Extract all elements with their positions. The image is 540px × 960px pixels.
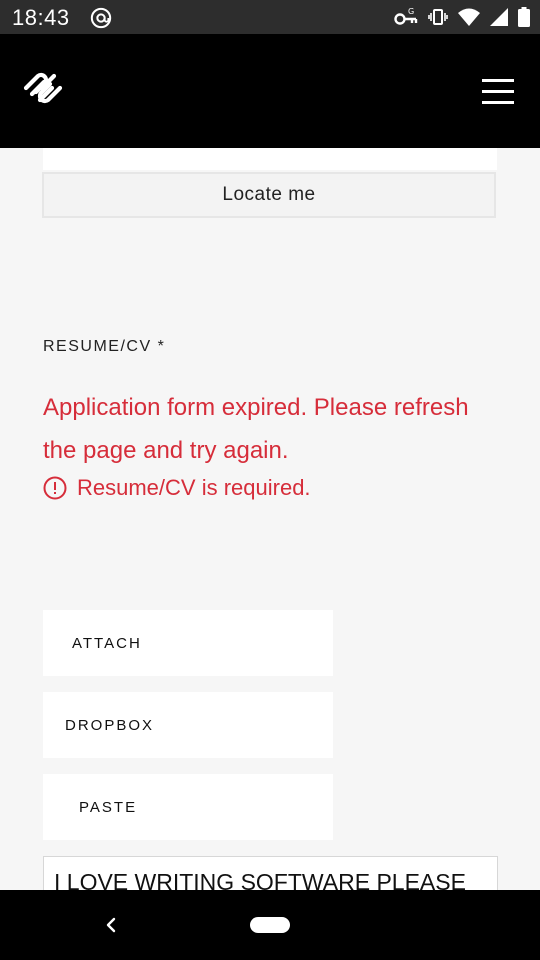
squarespace-logo-icon[interactable] [22, 70, 64, 106]
status-time: 18:43 [12, 5, 70, 30]
hamburger-menu-button[interactable] [482, 79, 514, 104]
resume-text-input[interactable]: I LOVE WRITING SOFTWARE PLEASE [43, 856, 498, 890]
menu-line [482, 90, 514, 93]
application-form: Locate me RESUME/CV * Application form e… [0, 148, 540, 890]
locate-me-button[interactable]: Locate me [42, 172, 496, 218]
app-header [0, 34, 540, 148]
battery-icon [518, 7, 530, 27]
navigation-bar [0, 890, 540, 960]
resume-label: RESUME/CV * [43, 338, 166, 355]
alert-circle-icon [43, 476, 67, 500]
resume-required-text: Resume/CV is required. [77, 475, 311, 500]
status-bar: 18:43 G [0, 0, 540, 34]
location-input[interactable] [43, 148, 497, 170]
at-sign-icon [90, 7, 112, 29]
resume-required-error: Resume/CV is required. [43, 475, 311, 501]
home-button[interactable] [250, 917, 290, 933]
status-icons: G [394, 6, 530, 28]
wifi-icon [458, 8, 480, 26]
signal-icon [490, 8, 508, 26]
paste-button[interactable]: PASTE [43, 774, 333, 840]
back-icon[interactable] [100, 912, 122, 938]
dropbox-button[interactable]: DROPBOX [43, 692, 333, 758]
attach-button[interactable]: ATTACH [43, 610, 333, 676]
svg-text:G: G [408, 7, 414, 16]
form-expired-error: Application form expired. Please refresh… [43, 394, 469, 464]
vibrate-icon [428, 9, 448, 25]
vpn-key-icon: G [394, 7, 418, 25]
menu-line [482, 79, 514, 82]
menu-line [482, 101, 514, 104]
